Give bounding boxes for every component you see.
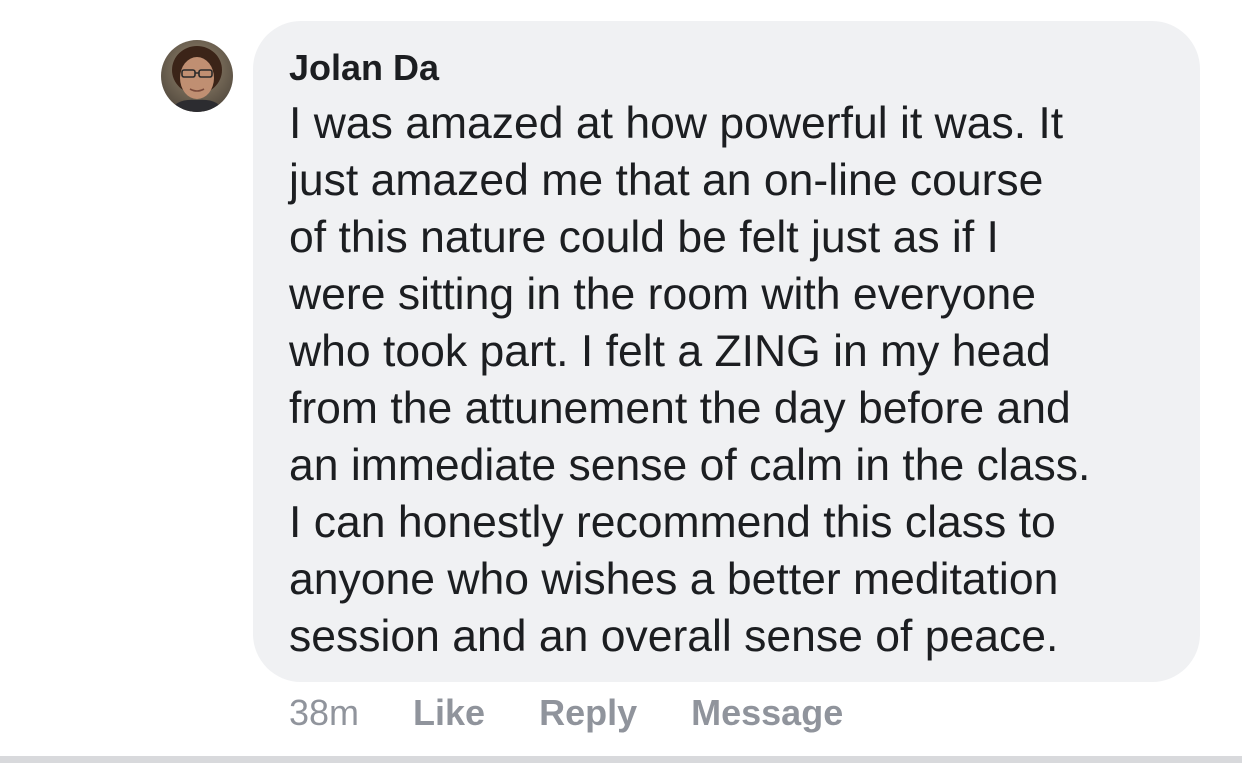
reply-button[interactable]: Reply (539, 692, 637, 734)
comment-line: an immediate sense of calm in the class. (289, 441, 1091, 490)
comment-line: just amazed me that an on-line course (289, 156, 1044, 205)
comment-actions: 38m Like Reply Message (289, 690, 897, 736)
comment-thread: Jolan Da I was amazed at how powerful it… (0, 0, 1242, 763)
profile-photo-icon (161, 40, 233, 112)
comment-line: from the attunement the day before and (289, 384, 1071, 433)
comment-line: I can honestly recommend this class to (289, 498, 1056, 547)
comment-line: session and an overall sense of peace. (289, 612, 1059, 661)
comment-timestamp[interactable]: 38m (289, 692, 359, 734)
section-divider (0, 756, 1242, 763)
comment-bubble: Jolan Da I was amazed at how powerful it… (253, 21, 1200, 682)
comment-line: were sitting in the room with everyone (289, 270, 1036, 319)
comment-line: of this nature could be felt just as if … (289, 213, 999, 262)
like-button[interactable]: Like (413, 692, 485, 734)
message-button[interactable]: Message (691, 692, 843, 734)
comment-line: anyone who wishes a better meditation (289, 555, 1059, 604)
comment-line: I was amazed at how powerful it was. It (289, 99, 1064, 148)
comment-body: I was amazed at how powerful it was. It … (289, 95, 1179, 665)
comment-author-name[interactable]: Jolan Da (289, 45, 1170, 91)
comment-line: who took part. I felt a ZING in my head (289, 327, 1051, 376)
author-avatar[interactable] (161, 40, 233, 112)
